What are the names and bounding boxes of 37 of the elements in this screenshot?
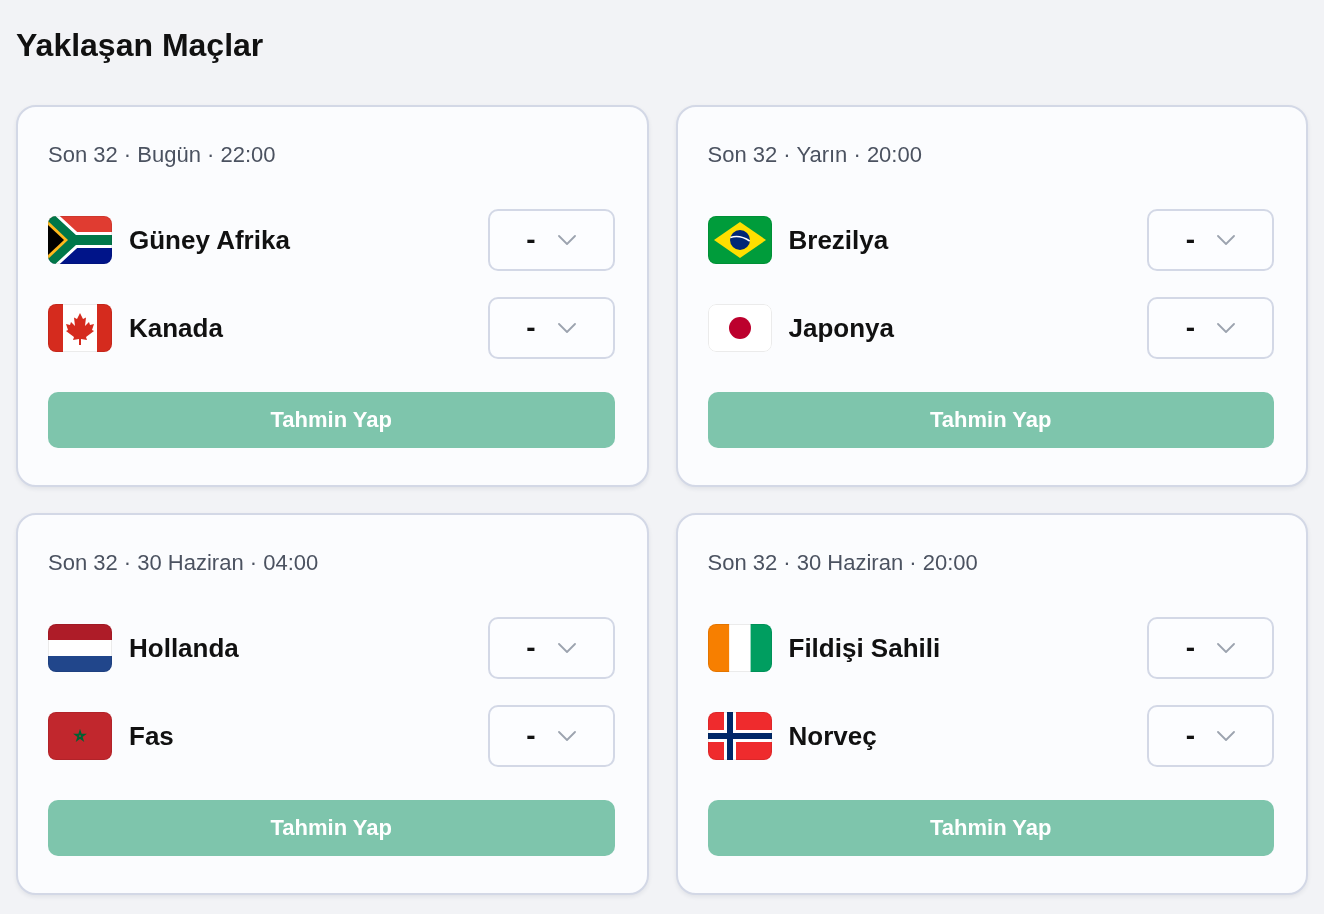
match-info: Son 32 · 30 Haziran · 04:00 bbox=[48, 550, 319, 576]
chevron-down-icon bbox=[1217, 323, 1236, 333]
score-select[interactable]: - bbox=[487, 705, 615, 767]
flag-icon bbox=[48, 712, 112, 760]
score-select[interactable]: - bbox=[487, 209, 615, 271]
score-select[interactable]: - bbox=[1147, 705, 1274, 767]
score-select[interactable]: - bbox=[1147, 209, 1274, 271]
chevron-down-icon bbox=[557, 731, 576, 741]
team-name: Fildişi Sahili bbox=[788, 632, 941, 664]
team-name: Brezilya bbox=[788, 224, 889, 256]
score-select[interactable]: - bbox=[1147, 297, 1274, 359]
flag-icon bbox=[48, 624, 112, 672]
team-name: Norveç bbox=[788, 720, 877, 752]
flag-icon bbox=[707, 216, 772, 264]
team-name: Güney Afrika bbox=[129, 224, 290, 256]
flag-icon bbox=[48, 216, 112, 264]
score-select[interactable]: - bbox=[487, 297, 615, 359]
chevron-down-icon bbox=[1217, 731, 1236, 741]
flag-icon bbox=[707, 304, 772, 352]
match-info: Son 32 · Yarın · 20:00 bbox=[707, 142, 922, 168]
flag-icon bbox=[707, 712, 772, 760]
flag-icon bbox=[707, 624, 772, 672]
match-info: Son 32 · Bugün · 22:00 bbox=[48, 142, 276, 168]
chevron-down-icon bbox=[1217, 235, 1236, 245]
chevron-down-icon bbox=[1217, 643, 1236, 653]
team-name: Kanada bbox=[129, 312, 223, 344]
chevron-down-icon bbox=[557, 643, 576, 653]
score-select[interactable]: - bbox=[1147, 617, 1274, 679]
team-name: Japonya bbox=[788, 312, 894, 344]
team-name: Hollanda bbox=[129, 632, 239, 664]
page-title: Yaklaşan Maçlar bbox=[16, 26, 264, 65]
chevron-down-icon bbox=[557, 323, 576, 333]
chevron-down-icon bbox=[557, 235, 576, 245]
score-select[interactable]: - bbox=[487, 617, 615, 679]
flag-icon bbox=[48, 304, 112, 352]
match-info: Son 32 · 30 Haziran · 20:00 bbox=[707, 550, 978, 576]
team-name: Fas bbox=[129, 720, 174, 752]
